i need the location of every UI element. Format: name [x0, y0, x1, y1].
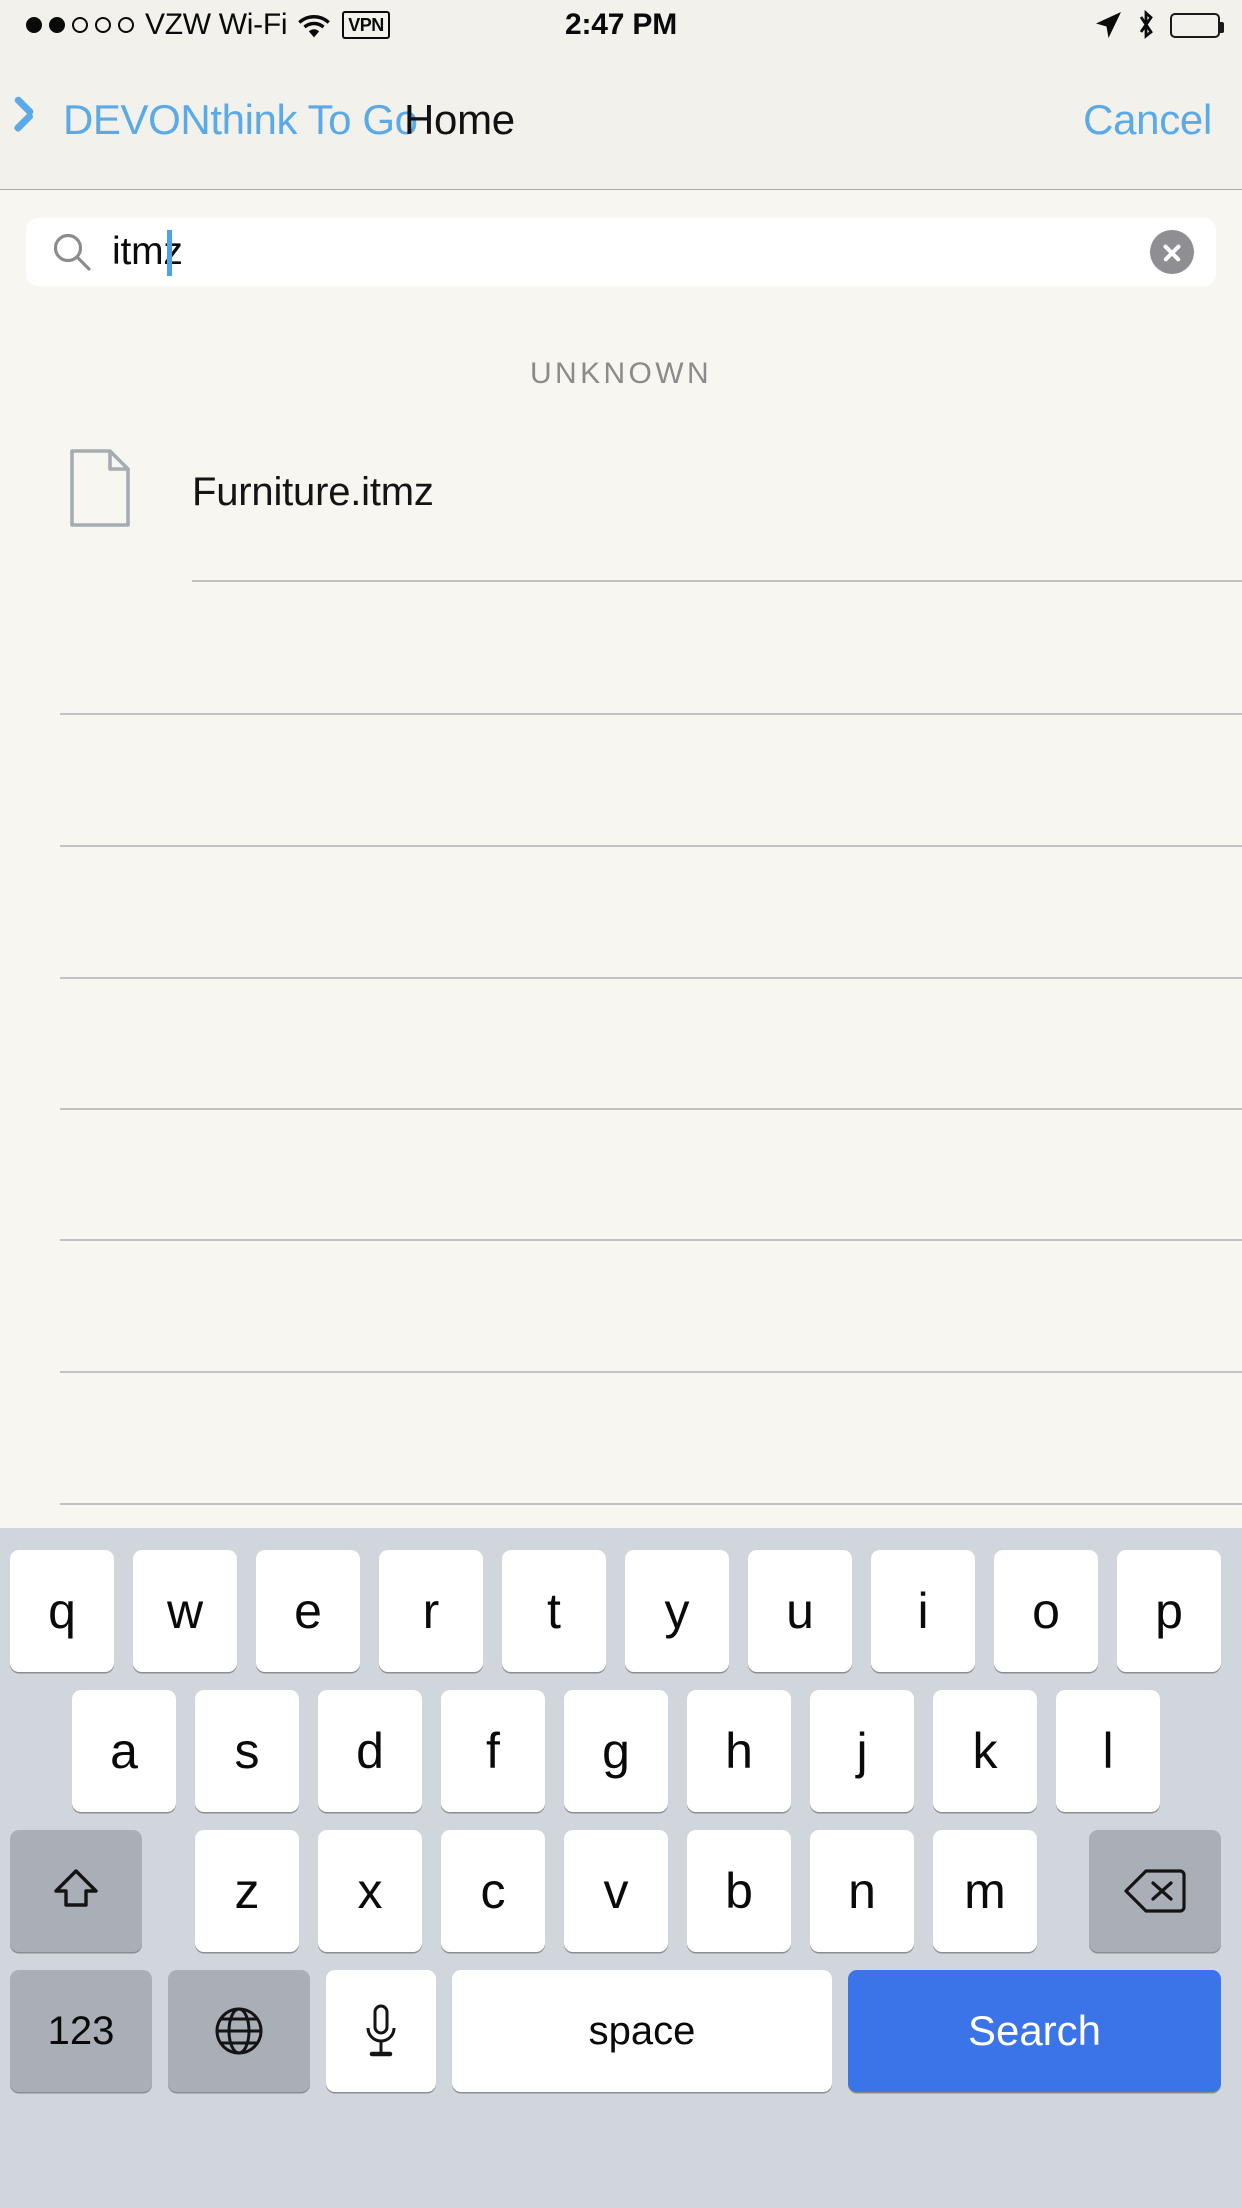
globe-key[interactable] [168, 1970, 310, 2092]
key-r[interactable]: r [379, 1550, 483, 1672]
search-bar-container: itmz [0, 191, 1242, 309]
navigation-bar: DEVONthink To Go Home Cancel [0, 50, 1242, 190]
key-q[interactable]: q [10, 1550, 114, 1672]
key-m[interactable]: m [933, 1830, 1037, 1952]
back-button[interactable]: DEVONthink To Go [28, 50, 418, 190]
globe-icon [212, 2004, 266, 2058]
key-t[interactable]: t [502, 1550, 606, 1672]
shift-key[interactable] [10, 1830, 142, 1952]
dictation-key[interactable] [326, 1970, 436, 2092]
list-separator [60, 1503, 1242, 1505]
key-v[interactable]: v [564, 1830, 668, 1952]
key-x[interactable]: x [318, 1830, 422, 1952]
list-separator [60, 1371, 1242, 1373]
key-d[interactable]: d [318, 1690, 422, 1812]
key-n[interactable]: n [810, 1830, 914, 1952]
chevron-left-icon [28, 101, 50, 139]
key-l[interactable]: l [1056, 1690, 1160, 1812]
key-g[interactable]: g [564, 1690, 668, 1812]
on-screen-keyboard: q w e r t y u i o p a s d f g h j k l z … [0, 1528, 1242, 2208]
key-c[interactable]: c [441, 1830, 545, 1952]
status-bar-right [1094, 0, 1224, 50]
key-b[interactable]: b [687, 1830, 791, 1952]
key-w[interactable]: w [133, 1550, 237, 1672]
key-y[interactable]: y [625, 1550, 729, 1672]
key-h[interactable]: h [687, 1690, 791, 1812]
status-bar-clock: 2:47 PM [565, 8, 677, 41]
key-i[interactable]: i [871, 1550, 975, 1672]
key-k[interactable]: k [933, 1690, 1037, 1812]
microphone-icon [361, 2002, 401, 2060]
numbers-key[interactable]: 123 [10, 1970, 152, 2092]
list-separator [192, 580, 1242, 582]
backspace-icon [1124, 1867, 1186, 1915]
cancel-button[interactable]: Cancel [1083, 50, 1212, 190]
backspace-key[interactable] [1089, 1830, 1221, 1952]
battery-icon [1170, 12, 1224, 38]
key-a[interactable]: a [72, 1690, 176, 1812]
key-o[interactable]: o [994, 1550, 1098, 1672]
keyboard-row-3: z x c v b n m [0, 1830, 1242, 1952]
bluetooth-icon [1135, 9, 1157, 41]
keyboard-row-1: q w e r t y u i o p [0, 1550, 1242, 1672]
space-key[interactable]: space [452, 1970, 832, 2092]
list-separator [60, 713, 1242, 715]
status-bar: VZW Wi-Fi VPN 2:47 PM [0, 0, 1242, 50]
app-screen: VZW Wi-Fi VPN 2:47 PM DEVONthink To Go H… [0, 0, 1242, 2208]
keyboard-row-4: 123 space Search [0, 1970, 1242, 2092]
search-input[interactable]: itmz [26, 218, 1216, 286]
list-separator [60, 977, 1242, 979]
key-e[interactable]: e [256, 1550, 360, 1672]
keyboard-row-2: a s d f g h j k l [0, 1690, 1242, 1812]
search-return-key[interactable]: Search [848, 1970, 1221, 2092]
document-icon [70, 449, 130, 527]
text-caret [167, 230, 172, 276]
shift-arrow-icon [48, 1863, 104, 1919]
search-icon [51, 231, 93, 273]
list-separator [60, 1239, 1242, 1241]
list-separator [60, 1108, 1242, 1110]
key-z[interactable]: z [195, 1830, 299, 1952]
list-item[interactable]: Furniture.itmz [0, 405, 1242, 579]
clear-search-button[interactable] [1150, 230, 1194, 274]
search-results-list: UNKNOWN Furniture.itmz [0, 309, 1242, 1528]
location-arrow-icon [1094, 10, 1122, 40]
list-item-title: Furniture.itmz [192, 469, 434, 514]
list-separator [60, 845, 1242, 847]
key-u[interactable]: u [748, 1550, 852, 1672]
key-p[interactable]: p [1117, 1550, 1221, 1672]
key-f[interactable]: f [441, 1690, 545, 1812]
back-button-label: DEVONthink To Go [63, 96, 418, 143]
page-title: Home [404, 96, 515, 143]
key-s[interactable]: s [195, 1690, 299, 1812]
section-header-unknown: UNKNOWN [529, 357, 713, 390]
search-input-value: itmz [112, 230, 183, 273]
key-j[interactable]: j [810, 1690, 914, 1812]
